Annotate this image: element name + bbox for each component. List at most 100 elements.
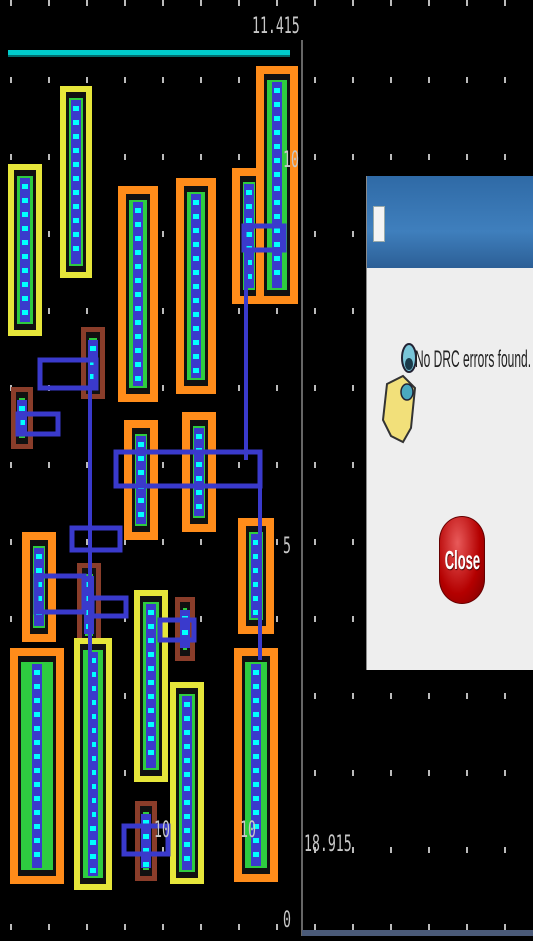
device-d-contact <box>193 228 199 233</box>
grid-mark <box>504 770 506 776</box>
device-p-contact <box>34 796 40 801</box>
device-s-contact <box>253 670 259 675</box>
grid-mark <box>390 770 392 776</box>
status-strip <box>302 930 533 936</box>
device-e-contact <box>246 190 252 195</box>
device-b-contact <box>73 246 79 251</box>
device-p-contact <box>34 852 40 857</box>
device-s-contact <box>253 810 259 815</box>
grid-mark <box>10 539 12 545</box>
device-b-contact <box>73 134 79 139</box>
device-a-contact <box>22 212 28 217</box>
grid-mark <box>48 77 50 83</box>
device-m-contact <box>148 750 154 755</box>
device-p-contact <box>34 726 40 731</box>
grid-mark <box>238 924 240 930</box>
grid-mark <box>314 462 316 468</box>
device-j-metal <box>194 428 204 516</box>
drc-result-dialog: No DRC errors found. Close <box>366 176 533 670</box>
device-j-contact <box>196 462 202 467</box>
grid-mark <box>314 539 316 545</box>
device-q-contact <box>90 854 96 859</box>
device-a-contact <box>22 198 28 203</box>
device-j-contact <box>196 504 202 509</box>
device-a-contact <box>22 310 28 315</box>
grid-mark <box>238 154 240 160</box>
grid-mark <box>276 462 278 468</box>
grid-mark <box>200 924 202 930</box>
device-f-contact <box>274 256 280 261</box>
device-d-contact <box>193 340 199 345</box>
dialog-titlebar[interactable] <box>367 176 533 268</box>
device-r-contact <box>184 716 190 721</box>
device-c-contact <box>135 362 141 367</box>
grid-mark <box>504 77 506 83</box>
device-p-contact <box>34 712 40 717</box>
grid-mark <box>390 0 392 6</box>
device-d-contact <box>193 256 199 261</box>
device-c-contact <box>135 348 141 353</box>
device-m-contact <box>148 736 154 741</box>
grid-mark <box>314 693 316 699</box>
device-f-contact <box>274 200 280 205</box>
grid-mark <box>124 154 126 160</box>
device-d-contact <box>193 312 199 317</box>
grid-mark <box>10 924 12 930</box>
device-p-contact <box>34 824 40 829</box>
grid-mark <box>10 616 12 622</box>
grid-mark <box>352 770 354 776</box>
device-d-contact <box>193 214 199 219</box>
device-j-contact <box>196 434 202 439</box>
device-i-contact <box>138 512 144 517</box>
device-q-contact <box>90 840 96 845</box>
device-e-contact <box>246 232 252 237</box>
window-menu-button[interactable] <box>373 206 385 242</box>
device-a-contact <box>22 268 28 273</box>
grid-mark <box>238 308 240 314</box>
device-c-contact <box>135 306 141 311</box>
grid-mark <box>314 77 316 83</box>
device-p-metal <box>32 664 42 868</box>
device-j-contact <box>196 490 202 495</box>
device-r-contact <box>184 730 190 735</box>
device-q-contact <box>90 826 96 831</box>
grid-mark <box>162 385 164 391</box>
grid-mark <box>200 154 202 160</box>
ruler-label-0: 0 <box>283 908 291 933</box>
grid-mark <box>276 924 278 930</box>
grid-mark <box>124 0 126 6</box>
device-b-contact <box>73 232 79 237</box>
grid-mark <box>86 77 88 83</box>
grid-mark <box>352 231 354 237</box>
device-d-contact <box>193 354 199 359</box>
grid-mark <box>352 462 354 468</box>
device-b-contact <box>73 204 79 209</box>
device-f-contact <box>274 144 280 149</box>
device-s-contact <box>253 726 259 731</box>
grid-mark <box>314 0 316 6</box>
device-m-contact <box>148 638 154 643</box>
device-b-contact <box>73 120 79 125</box>
grid-mark <box>466 770 468 776</box>
grid-mark <box>162 0 164 6</box>
device-d-contact <box>193 270 199 275</box>
device-p-contact <box>34 768 40 773</box>
device-c-contact <box>135 250 141 255</box>
grid-mark <box>276 0 278 6</box>
device-p-contact <box>34 754 40 759</box>
grid-mark <box>428 0 430 6</box>
grid-mark <box>428 770 430 776</box>
grid-mark <box>390 77 392 83</box>
device-j-contact <box>196 476 202 481</box>
close-button[interactable]: Close <box>439 516 485 604</box>
grid-mark <box>428 693 430 699</box>
device-m-contact <box>148 666 154 671</box>
device-a-contact <box>22 184 28 189</box>
device-c-contact <box>135 292 141 297</box>
device-p-contact <box>34 782 40 787</box>
device-a-contact <box>22 240 28 245</box>
device-a-contact <box>22 226 28 231</box>
grid-mark <box>162 308 164 314</box>
grid-mark <box>504 154 506 160</box>
grid-mark <box>48 0 50 6</box>
